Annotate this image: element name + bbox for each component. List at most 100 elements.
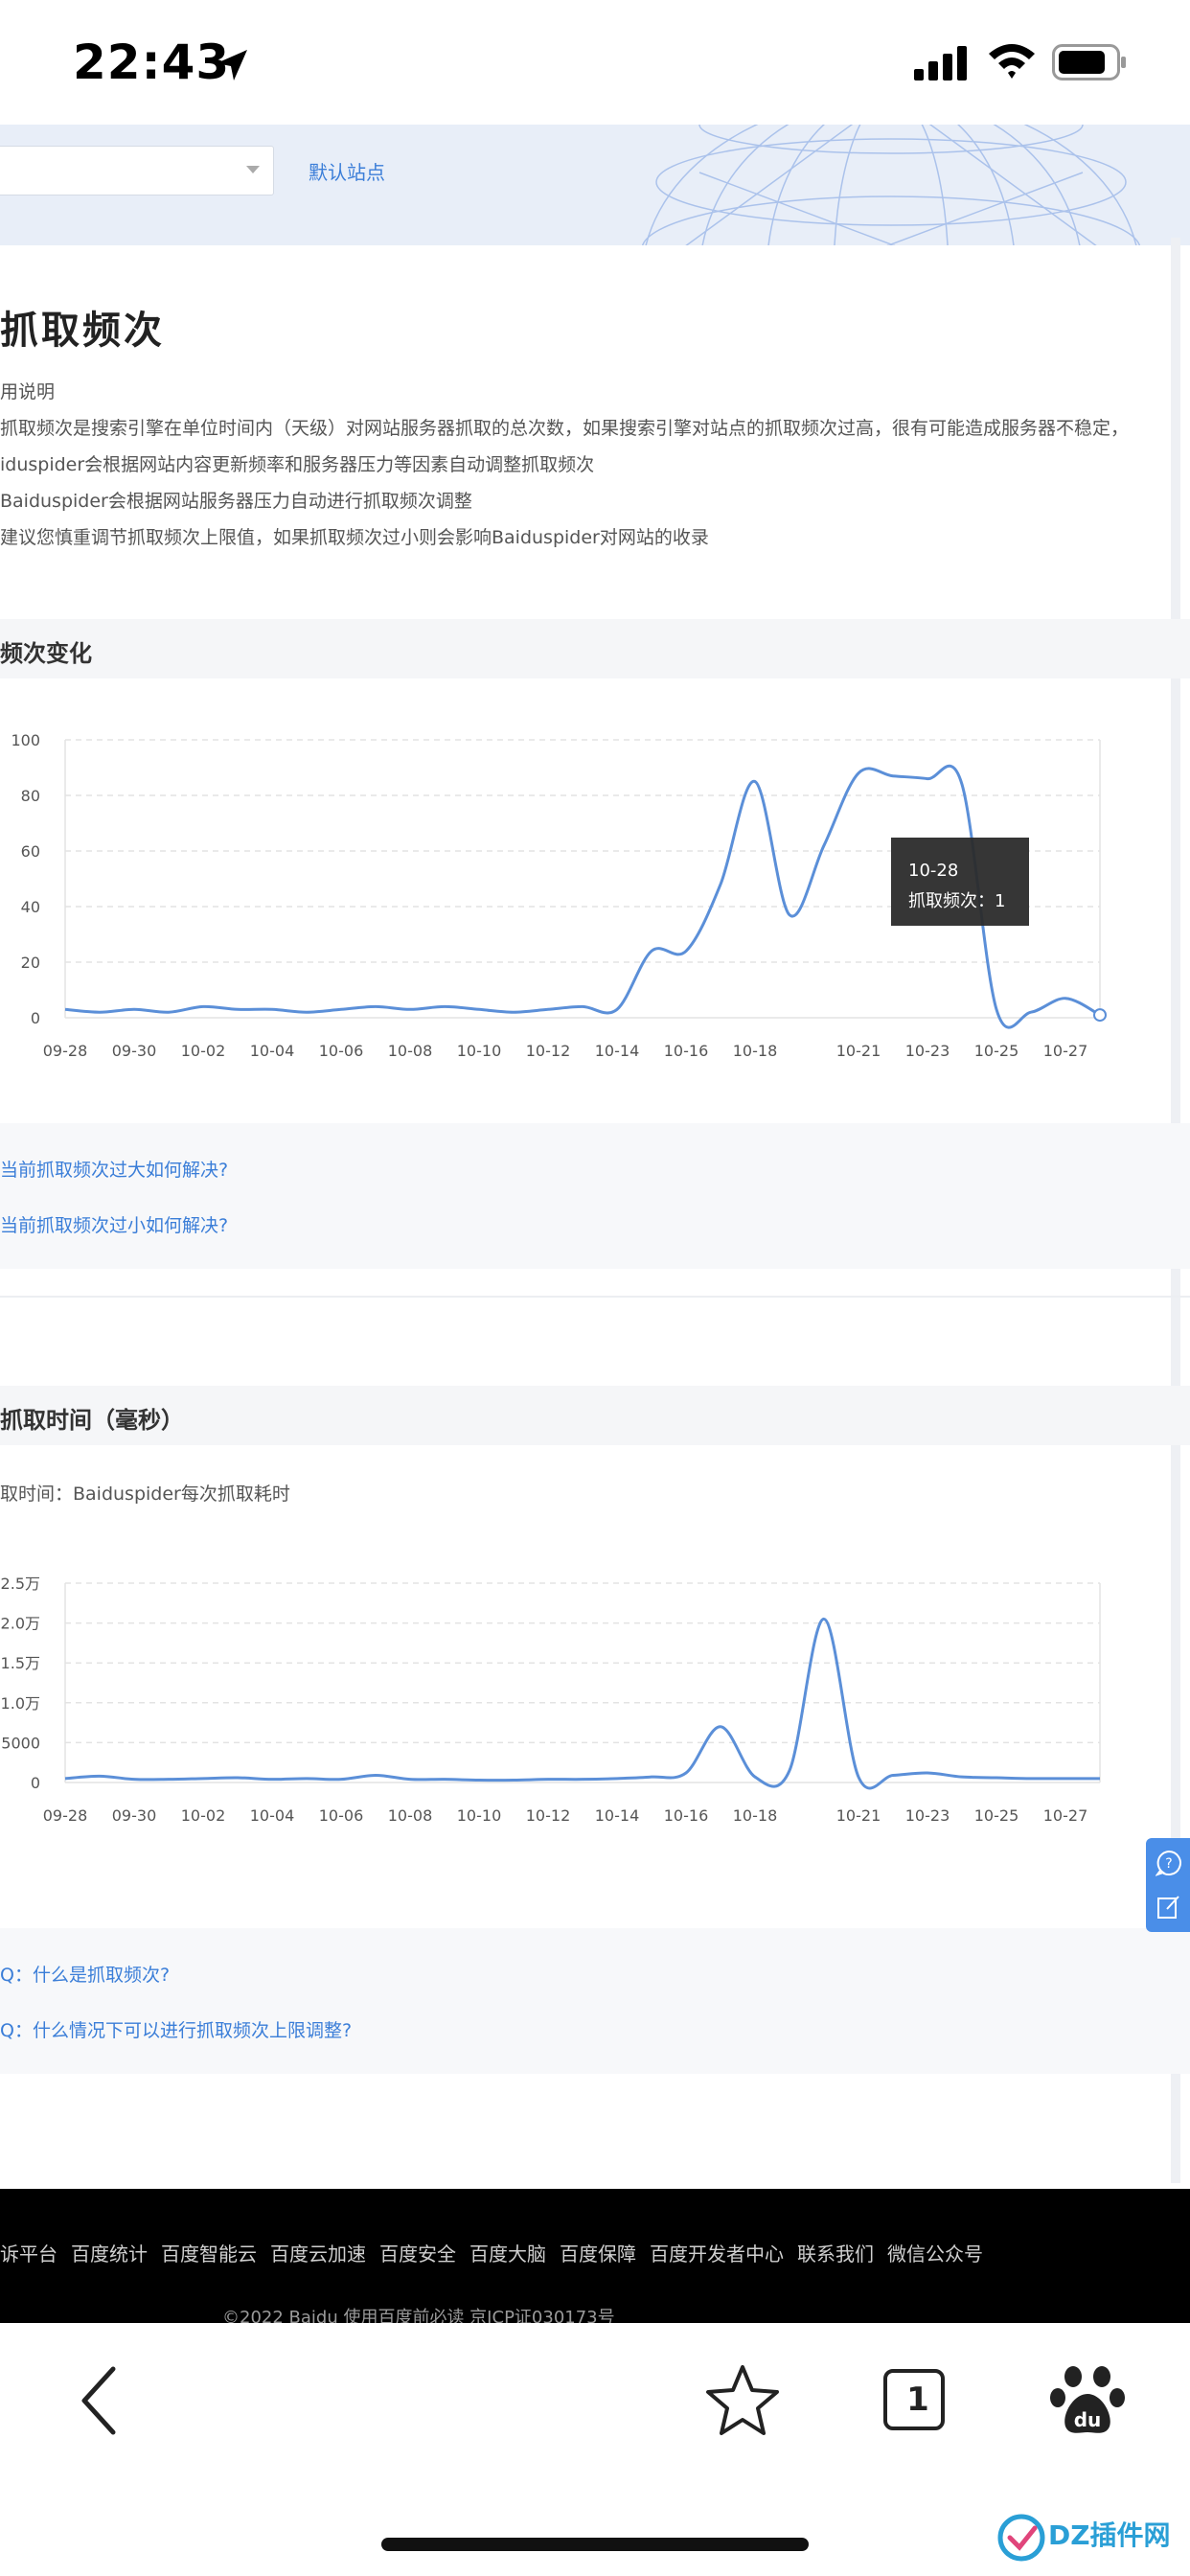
description-line: 建议您慎重调节抓取频次上限值，如果抓取频次过小则会影响Baiduspider对网… xyxy=(0,527,709,548)
section-description: 取时间：Baiduspider每次抓取耗时 xyxy=(0,1484,290,1505)
x-tick-label: 10-16 xyxy=(664,1806,709,1825)
page-title: 抓取频次 xyxy=(0,309,165,353)
x-tick-label: 09-30 xyxy=(112,1042,157,1060)
x-tick-label: 10-18 xyxy=(733,1806,778,1825)
tooltip-box xyxy=(891,838,1029,926)
section-title: 抓取时间（毫秒） xyxy=(0,1407,184,1434)
watermark-text: DZ插件网 xyxy=(1048,2519,1171,2551)
x-tick-label: 10-04 xyxy=(250,1806,295,1825)
footer-links: 诉平台 百度统计 百度智能云 百度云加速 百度安全 百度大脑 百度保障 百度开发者中心 联系我们… xyxy=(0,2239,996,2266)
y-tick-label: 100 xyxy=(11,731,40,749)
site-select[interactable] xyxy=(0,146,274,196)
footer-link[interactable]: 诉平台 xyxy=(0,2239,57,2266)
faq-link[interactable]: 当前抓取频次过大如何解决? xyxy=(0,1156,228,1182)
x-tick-label: 10-12 xyxy=(526,1042,571,1060)
footer-link[interactable]: 百度安全 xyxy=(379,2239,456,2266)
footer-link[interactable]: 百度智能云 xyxy=(161,2239,257,2266)
tooltip-value: 抓取频次：1 xyxy=(908,891,1005,911)
baidu-paw-icon[interactable]: du xyxy=(1044,2358,1131,2444)
footer-link[interactable]: 百度保障 xyxy=(560,2239,636,2266)
svg-text:du: du xyxy=(1074,2408,1102,2431)
star-bookmark-icon[interactable] xyxy=(699,2358,786,2444)
footer-link[interactable]: 百度统计 xyxy=(71,2239,148,2266)
globe-decoration xyxy=(641,125,1141,245)
x-tick-label: 10-08 xyxy=(388,1042,433,1060)
x-tick-label: 10-14 xyxy=(595,1806,640,1825)
y-tick-label: 1.0万 xyxy=(1,1694,40,1713)
footer-link[interactable]: 百度大脑 xyxy=(469,2239,546,2266)
chart-canvas: 0 5000 1.0万 1.5万 2.0万 2.5万 09-28 09-30 10-02 10-0… xyxy=(1,1575,1101,1825)
description-line: 抓取频次是搜索引擎在单位时间内（天级）对网站服务器抓取的总次数，如果搜索引擎对站… xyxy=(0,418,1130,439)
usage-label: 用说明 xyxy=(0,381,56,402)
y-tick-label: 1.5万 xyxy=(1,1654,40,1672)
y-tick-label: 2.0万 xyxy=(1,1615,40,1633)
faq-box: 当前抓取频次过大如何解决? 当前抓取频次过小如何解决? xyxy=(0,1123,1190,1269)
help-icon[interactable]: ? xyxy=(1156,1850,1182,1876)
chevron-down-icon xyxy=(246,166,260,173)
x-tick-label: 10-02 xyxy=(181,1806,226,1825)
x-tick-label: 10-14 xyxy=(595,1042,640,1060)
tab-count: 1 xyxy=(906,2380,929,2419)
x-tick-label: 09-28 xyxy=(43,1042,88,1060)
x-tick-label: 09-30 xyxy=(112,1806,157,1825)
y-tick-label: 5000 xyxy=(1,1734,40,1752)
status-time: 22:43 xyxy=(73,34,231,90)
footer: 诉平台 百度统计 百度智能云 百度云加速 百度安全 百度大脑 百度保障 百度开发者中心 联系我们… xyxy=(0,2189,1190,2323)
tabs-button[interactable]: 1 xyxy=(872,2358,958,2444)
y-tick-label: 40 xyxy=(21,898,40,916)
x-tick-label: 10-21 xyxy=(836,1042,881,1060)
section-title: 频次变化 xyxy=(0,640,92,667)
hover-point xyxy=(1093,1008,1107,1023)
x-tick-label: 10-06 xyxy=(319,1806,364,1825)
x-tick-label: 10-08 xyxy=(388,1806,433,1825)
footer-link[interactable]: 百度云加速 xyxy=(270,2239,366,2266)
footer-link[interactable]: 百度开发者中心 xyxy=(650,2239,784,2266)
floating-toolbar: ? xyxy=(1146,1838,1190,1932)
status-bar: 22:43 xyxy=(0,0,1190,125)
crawl-time-chart: 0 5000 1.0万 1.5万 2.0万 2.5万 09-28 09-30 10-02 10-0… xyxy=(0,1562,1190,1840)
y-tick-label: 60 xyxy=(21,842,40,861)
home-indicator xyxy=(381,2538,809,2551)
y-tick-label: 20 xyxy=(21,954,40,972)
header-band: 默认站点 xyxy=(0,125,1190,245)
description-line: Baiduspider会根据网站服务器压力自动进行抓取频次调整 xyxy=(0,491,472,512)
feedback-edit-icon[interactable] xyxy=(1156,1894,1182,1920)
x-tick-label: 10-27 xyxy=(1043,1042,1088,1060)
crawl-frequency-chart: 0 20 40 60 80 100 09-28 09-30 10-02 10-04 10-06 10-… xyxy=(0,721,1190,1075)
x-tick-label: 10-18 xyxy=(733,1042,778,1060)
x-tick-label: 10-27 xyxy=(1043,1806,1088,1825)
footer-link[interactable]: 微信公众号 xyxy=(887,2239,983,2266)
x-tick-label: 10-25 xyxy=(974,1806,1019,1825)
x-tick-label: 10-25 xyxy=(974,1042,1019,1060)
battery-icon xyxy=(1052,44,1126,80)
faq-box: Q：什么是抓取频次? Q：什么情况下可以进行抓取频次上限调整? xyxy=(0,1928,1190,2074)
y-tick-label: 2.5万 xyxy=(1,1575,40,1593)
footer-link[interactable]: 联系我们 xyxy=(797,2239,874,2266)
wifi-icon xyxy=(989,44,1035,79)
section-bar-crawl-time: 抓取时间（毫秒） xyxy=(0,1386,1190,1445)
tooltip: 10-28 抓取频次：1 xyxy=(891,838,1029,926)
y-tick-label: 80 xyxy=(21,787,40,805)
description-line: iduspider会根据网站内容更新频率和服务器压力等因素自动调整抓取频次 xyxy=(0,454,595,475)
cellular-signal-icon xyxy=(914,46,967,80)
y-tick-label: 0 xyxy=(31,1774,40,1792)
x-tick-label: 10-10 xyxy=(457,1806,502,1825)
default-site-link[interactable]: 默认站点 xyxy=(309,157,385,185)
x-tick-label: 10-10 xyxy=(457,1042,502,1060)
x-tick-label: 10-16 xyxy=(664,1042,709,1060)
faq-link[interactable]: Q：什么情况下可以进行抓取频次上限调整? xyxy=(0,2016,352,2042)
x-tick-label: 10-23 xyxy=(905,1806,950,1825)
tooltip-date: 10-28 xyxy=(908,861,958,881)
divider xyxy=(0,1296,1190,1298)
series-line xyxy=(64,1617,1100,1790)
back-chevron-icon[interactable] xyxy=(57,2358,144,2444)
svg-text:?: ? xyxy=(1165,1856,1172,1872)
x-tick-label: 10-21 xyxy=(836,1806,881,1825)
x-tick-label: 10-12 xyxy=(526,1806,571,1825)
chart-canvas: 0 20 40 60 80 100 09-28 09-30 10-02 10-04 10-06 10-… xyxy=(11,731,1107,1060)
x-tick-label: 10-23 xyxy=(905,1042,950,1060)
faq-link[interactable]: 当前抓取频次过小如何解决? xyxy=(0,1211,228,1237)
y-tick-label: 0 xyxy=(31,1009,40,1027)
faq-link[interactable]: Q：什么是抓取频次? xyxy=(0,1961,170,1987)
x-tick-label: 09-28 xyxy=(43,1806,88,1825)
